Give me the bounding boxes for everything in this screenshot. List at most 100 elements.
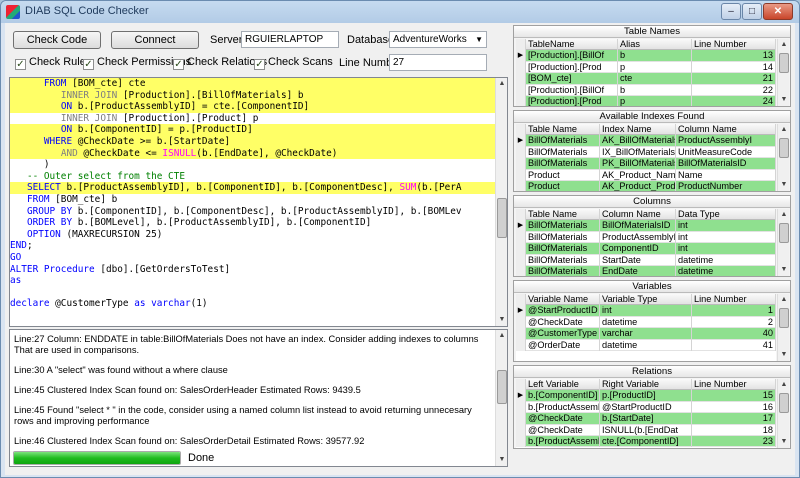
maximize-button[interactable]: □: [742, 3, 762, 20]
column-header[interactable]: Line Number: [692, 379, 776, 391]
panel-scrollbar[interactable]: ▲ ▼: [777, 379, 789, 448]
scroll-up-icon[interactable]: ▲: [496, 78, 507, 90]
table-row[interactable]: ▶ BillOfMaterials BillOfMaterialsID int: [516, 220, 776, 232]
code-line[interactable]: WHERE @CheckDate >= b.[StartDate]: [10, 135, 496, 148]
chevron-down-icon[interactable]: ▼: [475, 32, 483, 47]
code-line[interactable]: ALTER Procedure [dbo].[GetOrdersToTest]: [10, 264, 496, 276]
row-header[interactable]: [516, 265, 526, 276]
code-line[interactable]: ON b.[ComponentID] = p.[ProductID]: [10, 124, 496, 136]
table-row[interactable]: Product AK_Product_Prod ProductNumber: [516, 180, 776, 191]
variables-grid[interactable]: Variable Name Variable Type Line Number ▶ @S…: [516, 294, 776, 361]
title-bar[interactable]: DIAB SQL Code Checker – □ ✕: [1, 1, 799, 23]
scroll-up-icon[interactable]: ▲: [778, 294, 790, 306]
row-header[interactable]: [516, 169, 526, 181]
code-line[interactable]: GROUP BY b.[ComponentID], b.[ComponentDe…: [10, 206, 496, 218]
scroll-up-icon[interactable]: ▲: [778, 209, 790, 221]
table-row[interactable]: BillOfMaterials ComponentID int: [516, 243, 776, 255]
panel-scrollbar[interactable]: ▲ ▼: [777, 39, 789, 106]
table-row[interactable]: b.[ProductAssembl cte.[ComponentID] 23: [516, 435, 776, 448]
table-row[interactable]: @OrderDate datetime 41: [516, 339, 776, 351]
scroll-up-icon[interactable]: ▲: [778, 39, 790, 51]
row-header[interactable]: [516, 39, 526, 51]
code-line[interactable]: GO: [10, 252, 496, 264]
table-row[interactable]: ▶ [Production].[BillOf b 13: [516, 50, 776, 62]
scroll-up-icon[interactable]: ▲: [496, 330, 507, 342]
row-header[interactable]: [516, 61, 526, 74]
row-header[interactable]: [516, 254, 526, 266]
messages-scroll-thumb[interactable]: [497, 370, 507, 404]
check-scans-checkbox[interactable]: ✓ Check Scans: [254, 56, 333, 70]
code-line[interactable]: -- Outer select from the CTE: [10, 171, 496, 183]
scroll-down-icon[interactable]: ▼: [496, 454, 507, 466]
column-header[interactable]: Table Name: [526, 209, 600, 221]
code-text[interactable]: FROM [BOM_cte] cte INNER JOIN [Productio…: [10, 78, 496, 326]
column-header[interactable]: Left Variable: [526, 379, 600, 391]
scroll-down-icon[interactable]: ▼: [778, 179, 790, 191]
row-header[interactable]: [516, 243, 526, 255]
minimize-button[interactable]: –: [721, 3, 741, 20]
columns-grid[interactable]: Table Name Column Name Data Type ▶ BillOfMat…: [516, 209, 776, 276]
code-line[interactable]: END;: [10, 240, 496, 252]
table-row[interactable]: BillOfMaterials ProductAssemblyI int: [516, 231, 776, 244]
messages-panel[interactable]: Line:27 Column: ENDDATE in table:BillOfM…: [9, 329, 508, 467]
code-line[interactable]: AND @CheckDate <= ISNULL(b.[EndDate], @C…: [10, 147, 496, 160]
row-header[interactable]: [516, 95, 526, 106]
code-line[interactable]: ON b.[ProductAssemblyID] = cte.[Componen…: [10, 101, 496, 113]
row-header[interactable]: [516, 328, 526, 340]
code-line[interactable]: declare @CustomerType as varchar(1): [10, 298, 496, 310]
row-header[interactable]: [516, 231, 526, 244]
column-header[interactable]: Column Name: [676, 124, 776, 136]
connect-button[interactable]: Connect: [111, 31, 199, 49]
row-header[interactable]: [516, 158, 526, 170]
table-row[interactable]: ▶ @StartProductID int 1: [516, 305, 776, 317]
panel-scroll-thumb[interactable]: [779, 138, 789, 158]
code-line[interactable]: ): [10, 159, 496, 171]
code-line[interactable]: ORDER BY b.[BOMLevel], b.[ProductAssembl…: [10, 217, 496, 229]
scroll-down-icon[interactable]: ▼: [778, 436, 790, 448]
scroll-down-icon[interactable]: ▼: [778, 94, 790, 106]
column-header[interactable]: Variable Name: [526, 294, 600, 306]
table-row[interactable]: BillOfMaterials IX_BillOfMaterials UnitMea…: [516, 146, 776, 159]
row-header[interactable]: [516, 180, 526, 191]
code-line[interactable]: OPTION (MAXRECURSION 25): [10, 229, 496, 241]
editor-scroll-thumb[interactable]: [497, 198, 507, 238]
column-header[interactable]: Column Name: [600, 209, 676, 221]
table-row[interactable]: b.[ProductAssembl @StartProductID 16: [516, 401, 776, 414]
table-row[interactable]: ▶ BillOfMaterials AK_BillOfMaterials Produc…: [516, 135, 776, 147]
code-line[interactable]: as: [10, 275, 496, 287]
panel-scrollbar[interactable]: ▲ ▼: [777, 124, 789, 191]
table-names-grid[interactable]: TableName Alias Line Number ▶ [Production].[…: [516, 39, 776, 106]
table-row[interactable]: BillOfMaterials PK_BillOfMaterials BillOfM…: [516, 158, 776, 170]
scroll-up-icon[interactable]: ▲: [778, 379, 790, 391]
table-row[interactable]: @CheckDate datetime 2: [516, 316, 776, 329]
table-row[interactable]: [Production].[Prod p 24: [516, 95, 776, 106]
row-header[interactable]: [516, 73, 526, 85]
scroll-down-icon[interactable]: ▼: [496, 314, 507, 326]
row-header[interactable]: [516, 379, 526, 391]
table-row[interactable]: [BOM_cte] cte 21: [516, 73, 776, 85]
panel-scrollbar[interactable]: ▲ ▼: [777, 209, 789, 276]
server-input[interactable]: RGUIERLAPTOP: [241, 31, 339, 48]
column-header[interactable]: TableName: [526, 39, 618, 51]
table-row[interactable]: [Production].[Prod p 14: [516, 61, 776, 74]
close-button[interactable]: ✕: [763, 3, 793, 20]
column-header[interactable]: Index Name: [600, 124, 676, 136]
panel-scroll-thumb[interactable]: [779, 308, 789, 328]
row-pointer-icon[interactable]: ▶: [516, 50, 526, 62]
row-header[interactable]: [516, 316, 526, 329]
code-line[interactable]: FROM [BOM_cte] cte: [10, 78, 496, 90]
table-row[interactable]: @CheckDate ISNULL(b.[EndDat 18: [516, 424, 776, 436]
messages-scrollbar[interactable]: ▲ ▼: [495, 330, 507, 466]
table-row[interactable]: Product AK_Product_Nam Name: [516, 169, 776, 181]
row-header[interactable]: [516, 209, 526, 221]
table-row[interactable]: @CustomerType varchar 40: [516, 328, 776, 340]
code-line[interactable]: [10, 287, 496, 299]
row-header[interactable]: [516, 294, 526, 306]
database-select[interactable]: AdventureWorks ▼: [389, 31, 487, 48]
column-header[interactable]: Data Type: [676, 209, 776, 221]
code-line[interactable]: FROM [BOM_cte] b: [10, 194, 496, 206]
row-pointer-icon[interactable]: ▶: [516, 390, 526, 402]
column-header[interactable]: Alias: [618, 39, 692, 51]
panel-scroll-thumb[interactable]: [779, 223, 789, 243]
table-row[interactable]: BillOfMaterials StartDate datetime: [516, 254, 776, 266]
